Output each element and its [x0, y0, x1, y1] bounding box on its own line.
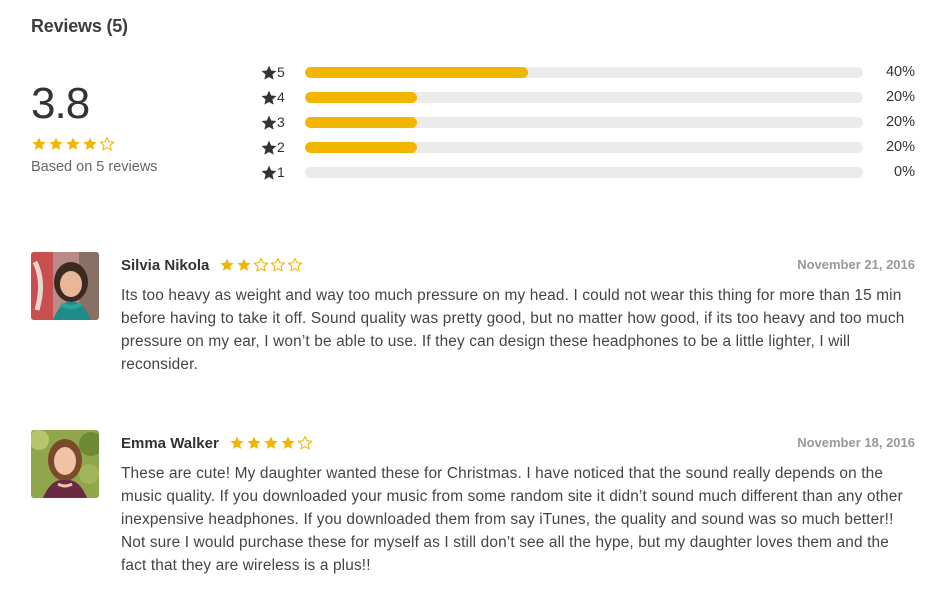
- average-score: 3.8: [31, 79, 90, 128]
- star-filled-icon: [82, 136, 98, 152]
- review-stars: [219, 257, 303, 273]
- distribution-bar-fill: [305, 92, 417, 103]
- distribution-stars-label: 5: [277, 64, 285, 80]
- average-stars: [31, 136, 251, 154]
- star-filled-icon: [280, 435, 296, 451]
- distribution-bar: [305, 92, 863, 103]
- distribution-percent: 0%: [894, 164, 915, 180]
- star-filled-icon: [219, 257, 235, 273]
- reviews-title: Reviews (5): [31, 16, 128, 36]
- star-outline-icon: [99, 136, 115, 152]
- distribution-row-4[interactable]: 4 20%: [260, 86, 920, 111]
- star-filled-icon: [246, 435, 262, 451]
- star-filled-icon: [260, 114, 278, 132]
- reviewer-name[interactable]: Silvia Nikola: [121, 257, 209, 274]
- star-filled-icon: [260, 139, 278, 157]
- distribution-bar: [305, 167, 863, 178]
- review-item: Silvia Nikola November 21, 2016 Its too …: [31, 252, 915, 382]
- distribution-percent: 20%: [885, 139, 915, 155]
- distribution-percent: 40%: [885, 64, 915, 80]
- rating-summary: 3.8 Based on 5 reviews: [31, 78, 251, 175]
- review-item: Emma Walker November 18, 2016 These are …: [31, 430, 915, 590]
- avatar-photo-silvia: [31, 252, 99, 320]
- review-header: Emma Walker November 18, 2016: [121, 432, 915, 454]
- star-filled-icon: [260, 89, 278, 107]
- distribution-row-3[interactable]: 3 20%: [260, 111, 920, 136]
- review-date: November 18, 2016: [797, 435, 915, 450]
- distribution-bar: [305, 117, 863, 128]
- distribution-stars-label: 3: [277, 114, 285, 130]
- distribution-row-5[interactable]: 5 40%: [260, 61, 920, 86]
- star-filled-icon: [65, 136, 81, 152]
- distribution-bar-fill: [305, 117, 417, 128]
- distribution-stars-label: 4: [277, 89, 285, 105]
- star-filled-icon: [260, 64, 278, 82]
- distribution-stars-label: 2: [277, 139, 285, 155]
- star-filled-icon: [31, 136, 47, 152]
- review-text: Its too heavy as weight and way too much…: [121, 287, 905, 373]
- review-stars: [229, 435, 313, 451]
- star-outline-icon: [253, 257, 269, 273]
- distribution-row-2[interactable]: 2 20%: [260, 136, 920, 161]
- review-header: Silvia Nikola November 21, 2016: [121, 254, 915, 276]
- rating-distribution: 5 40% 4 20% 3 20% 2 20% 1 0%: [260, 61, 920, 186]
- distribution-bar-fill: [305, 142, 417, 153]
- distribution-bar-fill: [305, 67, 529, 78]
- distribution-percent: 20%: [885, 89, 915, 105]
- distribution-stars-label: 1: [277, 164, 285, 180]
- star-filled-icon: [236, 257, 252, 273]
- review-text: These are cute! My daughter wanted these…: [121, 465, 903, 574]
- review-count-label: Based on 5 reviews: [31, 159, 158, 175]
- star-filled-icon: [260, 164, 278, 182]
- distribution-row-1[interactable]: 1 0%: [260, 161, 920, 186]
- reviewer-name[interactable]: Emma Walker: [121, 435, 219, 452]
- distribution-bar: [305, 142, 863, 153]
- star-filled-icon: [48, 136, 64, 152]
- distribution-percent: 20%: [885, 114, 915, 130]
- review-date: November 21, 2016: [797, 257, 915, 272]
- star-outline-icon: [270, 257, 286, 273]
- avatar[interactable]: [31, 430, 99, 498]
- star-filled-icon: [263, 435, 279, 451]
- distribution-bar: [305, 67, 863, 78]
- avatar-photo-emma: [31, 430, 99, 498]
- star-outline-icon: [287, 257, 303, 273]
- avatar[interactable]: [31, 252, 99, 320]
- star-filled-icon: [229, 435, 245, 451]
- star-outline-icon: [297, 435, 313, 451]
